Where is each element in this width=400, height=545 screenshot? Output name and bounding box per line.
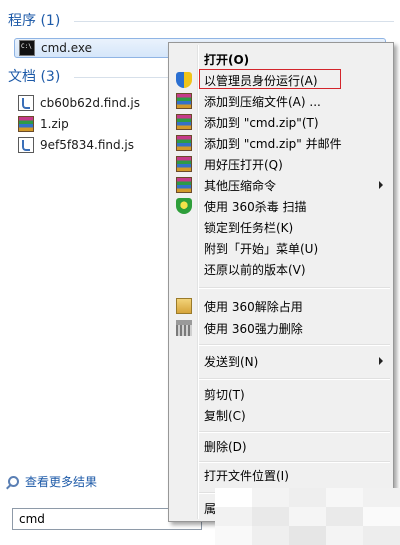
zip-archive-icon bbox=[18, 116, 34, 132]
menu-item-pin-to-taskbar[interactable]: 锁定到任务栏(K) bbox=[171, 217, 391, 238]
js-file-icon bbox=[18, 95, 34, 111]
menu-item-open[interactable]: 打开(O) bbox=[171, 49, 391, 70]
menu-item-restore-previous-versions[interactable]: 还原以前的版本(V) bbox=[171, 259, 391, 280]
menu-item-add-to-cmd-zip[interactable]: 添加到 "cmd.zip"(T) bbox=[171, 112, 391, 133]
winrar-icon bbox=[176, 156, 192, 172]
menu-separator bbox=[199, 344, 390, 346]
menu-item-send-to[interactable]: 发送到(N) bbox=[171, 351, 391, 372]
result-label: cb60b62d.find.js bbox=[40, 96, 140, 110]
submenu-arrow-icon bbox=[379, 181, 383, 189]
section-divider bbox=[74, 77, 170, 78]
menu-item-cut[interactable]: 剪切(T) bbox=[171, 384, 391, 405]
documents-header: 文档 (3) bbox=[8, 69, 61, 85]
programs-header: 程序 (1) bbox=[8, 13, 61, 29]
360-antivirus-icon bbox=[176, 198, 192, 214]
mosaic-watermark bbox=[215, 488, 400, 545]
menu-separator bbox=[199, 378, 390, 380]
winrar-icon bbox=[176, 93, 192, 109]
menu-separator bbox=[199, 431, 390, 433]
menu-item-pin-to-start[interactable]: 附到「开始」菜单(U) bbox=[171, 238, 391, 259]
menu-item-other-compress-commands[interactable]: 其他压缩命令 bbox=[171, 175, 391, 196]
menu-item-add-zip-and-email[interactable]: 添加到 "cmd.zip" 并邮件 bbox=[171, 133, 391, 154]
submenu-arrow-icon bbox=[379, 357, 383, 365]
winrar-icon bbox=[176, 135, 192, 151]
menu-item-360-unlock[interactable]: 使用 360解除占用 bbox=[171, 296, 391, 317]
cmd-icon bbox=[19, 40, 35, 56]
menu-separator bbox=[199, 287, 390, 289]
menu-separator bbox=[199, 461, 390, 463]
section-divider bbox=[74, 21, 394, 22]
menu-item-open-with-haozip[interactable]: 用好压打开(Q) bbox=[171, 154, 391, 175]
menu-item-add-to-archive[interactable]: 添加到压缩文件(A) ... bbox=[171, 91, 391, 112]
js-file-icon bbox=[18, 137, 34, 153]
menu-item-360-scan[interactable]: 使用 360杀毒 扫描 bbox=[171, 196, 391, 217]
winrar-icon bbox=[176, 177, 192, 193]
result-label: 1.zip bbox=[40, 117, 69, 131]
uac-shield-icon bbox=[176, 72, 192, 88]
see-more-results-link[interactable]: 查看更多结果 bbox=[8, 473, 97, 490]
result-document[interactable]: 1.zip bbox=[18, 114, 69, 134]
menu-item-copy[interactable]: 复制(C) bbox=[171, 405, 391, 426]
winrar-icon bbox=[176, 114, 192, 130]
result-label: 9ef5f834.find.js bbox=[40, 138, 135, 152]
menu-item-360-force-delete[interactable]: 使用 360强力删除 bbox=[171, 318, 391, 339]
highlight-annotation-box bbox=[199, 69, 341, 89]
menu-item-open-file-location[interactable]: 打开文件位置(I) bbox=[171, 465, 391, 486]
menu-item-delete[interactable]: 删除(D) bbox=[171, 436, 391, 457]
360-unlock-icon bbox=[176, 298, 192, 314]
search-icon bbox=[8, 476, 19, 487]
result-document[interactable]: cb60b62d.find.js bbox=[18, 93, 140, 113]
360-shredder-icon bbox=[176, 320, 192, 336]
result-document[interactable]: 9ef5f834.find.js bbox=[18, 135, 134, 155]
see-more-label: 查看更多结果 bbox=[25, 475, 98, 489]
context-menu: 打开(O) 以管理员身份运行(A) 添加到压缩文件(A) ... 添加到 "cm… bbox=[168, 42, 394, 522]
result-label: cmd.exe bbox=[41, 41, 93, 55]
